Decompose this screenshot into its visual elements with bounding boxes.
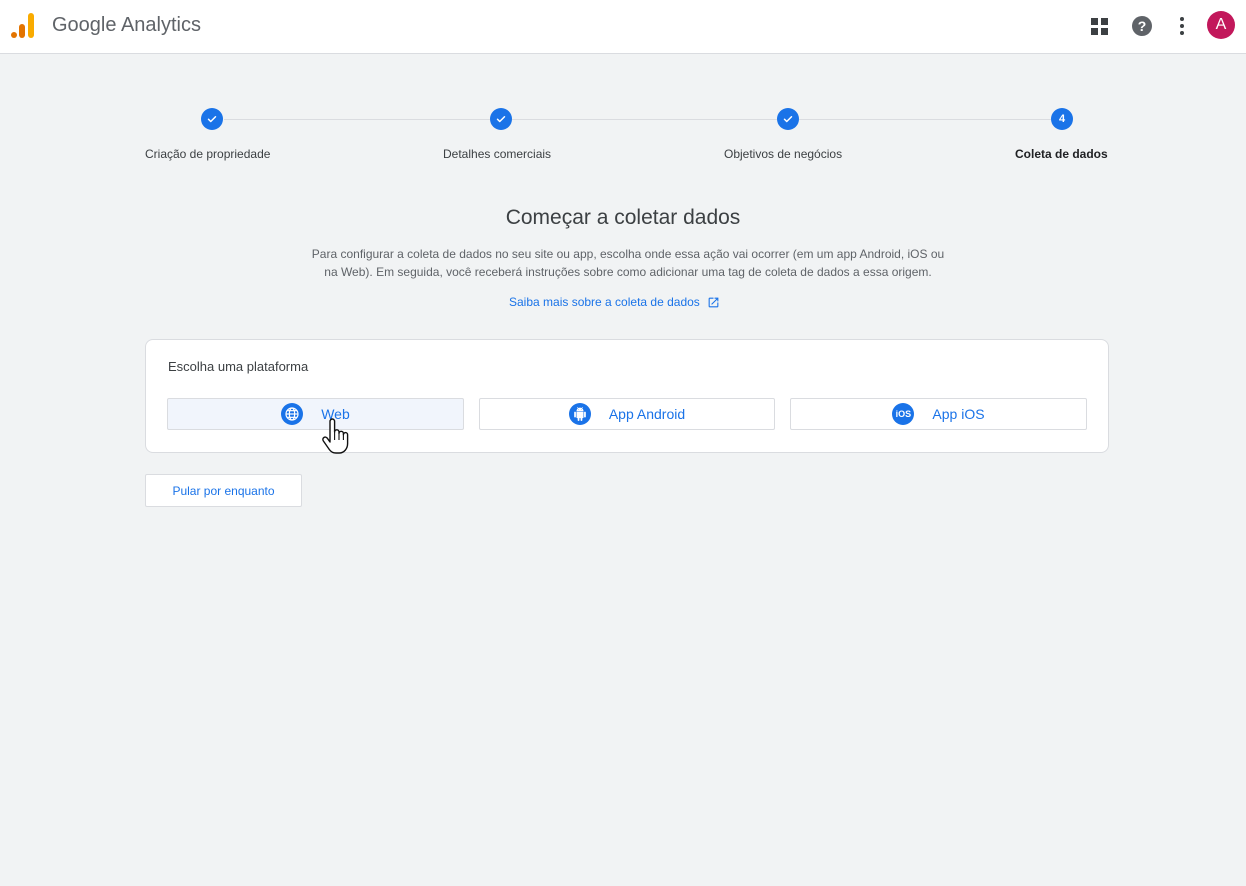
page-title: Começar a coletar dados	[505, 206, 741, 229]
android-icon	[568, 403, 591, 425]
globe-icon	[281, 403, 304, 425]
learn-more-link[interactable]: Saiba mais sobre a coleta de dados	[509, 295, 720, 309]
app-name[interactable]: Google Analytics	[52, 14, 201, 37]
step-3-check-icon	[777, 108, 799, 130]
step-label-data-collection: Coleta de dados	[1015, 147, 1108, 161]
step-connector	[512, 119, 777, 120]
avatar[interactable]: A	[1207, 11, 1235, 39]
ios-icon: iOS	[892, 403, 915, 425]
skip-for-now-button[interactable]: Pular por enquanto	[145, 474, 302, 507]
step-4-number: 4	[1051, 108, 1073, 130]
step-label-property-creation: Criação de propriedade	[145, 147, 271, 161]
platform-ios-button[interactable]: iOS App iOS	[790, 398, 1087, 430]
help-icon[interactable]: ?	[1129, 13, 1155, 39]
analytics-logo-icon[interactable]	[11, 13, 35, 38]
step-connector	[799, 119, 1051, 120]
learn-more-label: Saiba mais sobre a coleta de dados	[509, 295, 700, 309]
step-label-business-objectives: Objetivos de negócios	[724, 147, 843, 161]
platform-card-title: Escolha uma plataforma	[168, 359, 309, 374]
step-1-check-icon	[201, 108, 223, 130]
external-link-icon	[708, 297, 719, 307]
platform-android-button[interactable]: App Android	[479, 398, 775, 430]
page-description: Para configurar a coleta de dados no seu…	[268, 245, 988, 281]
step-2-check-icon	[490, 108, 512, 130]
setup-stepper: 4 Criação de propriedade Detalhes comerc…	[145, 108, 1109, 168]
apps-grid-icon[interactable]	[1086, 13, 1112, 39]
step-label-business-details: Detalhes comerciais	[443, 147, 552, 161]
platform-web-button[interactable]: Web	[167, 398, 464, 430]
description-line-2: na Web). Em seguida, você receberá instr…	[324, 265, 932, 279]
top-bar: Google Analytics ? A	[0, 0, 1246, 54]
platform-ios-label: App iOS	[932, 406, 985, 422]
step-connector	[224, 119, 490, 120]
platform-card: Escolha uma plataforma Web App Android i…	[145, 339, 1109, 453]
more-options-icon[interactable]	[1169, 13, 1195, 39]
hand-pointer-cursor-icon	[322, 418, 349, 454]
description-line-1: Para configurar a coleta de dados no seu…	[311, 247, 945, 261]
platform-android-label: App Android	[608, 406, 686, 422]
